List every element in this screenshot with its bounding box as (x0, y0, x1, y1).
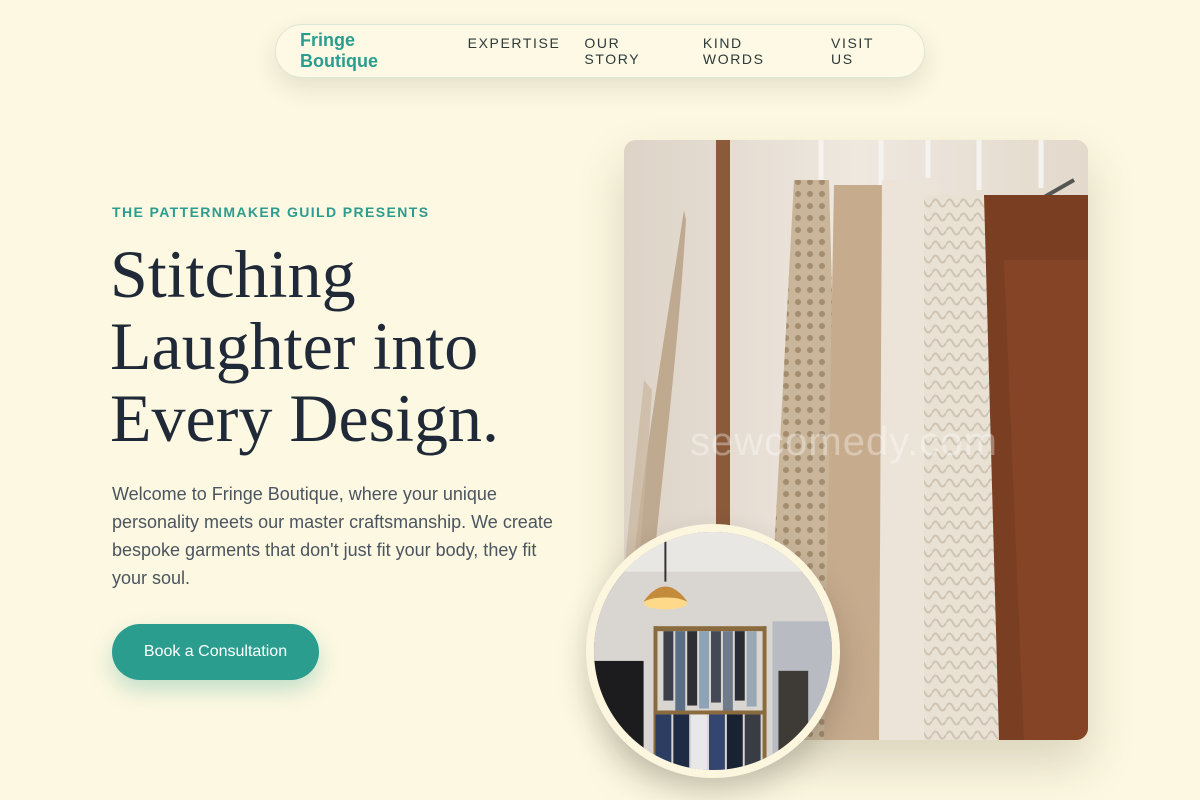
nav-link-expertise[interactable]: EXPERTISE (468, 35, 561, 67)
book-consultation-button[interactable]: Book a Consultation (112, 624, 319, 680)
photo-watermark: sewcomedy.com (690, 420, 998, 464)
store-interior-illustration (594, 532, 832, 770)
hero-headline: Stitching Laughter into Every Design. (110, 236, 500, 456)
landing-page: Fringe Boutique EXPERTISE OUR STORY KIND… (0, 0, 1200, 800)
brand-logo-link[interactable]: Fringe Boutique (300, 30, 436, 72)
hero-description: Welcome to Fringe Boutique, where your u… (112, 484, 553, 588)
store-interior-photo (586, 524, 840, 778)
nav-link-our-story[interactable]: OUR STORY (584, 35, 679, 67)
hero-eyebrow: THE PATTERNMAKER GUILD PRESENTS (112, 204, 430, 220)
nav-links: EXPERTISE OUR STORY KIND WORDS VISIT US (468, 35, 900, 67)
nav-link-visit-us[interactable]: VISIT US (831, 35, 900, 67)
nav-link-kind-words[interactable]: KIND WORDS (703, 35, 807, 67)
top-nav: Fringe Boutique EXPERTISE OUR STORY KIND… (275, 24, 925, 78)
